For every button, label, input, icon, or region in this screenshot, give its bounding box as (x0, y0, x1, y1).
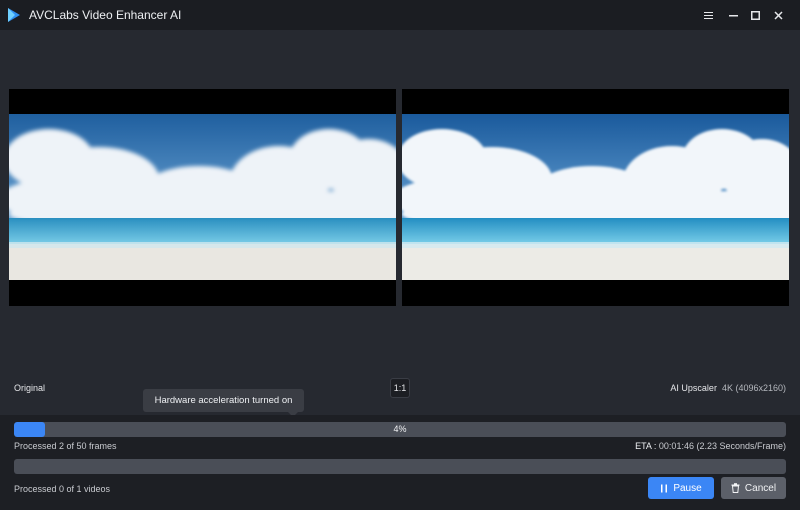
beach-sky-image (9, 114, 396, 280)
preview-area (0, 30, 800, 415)
app-logo-icon (8, 8, 20, 22)
close-icon[interactable] (769, 6, 787, 24)
original-video-preview (9, 89, 396, 306)
eta-value: 00:01:46 (2.23 Seconds/Frame) (658, 441, 786, 451)
minimize-icon[interactable] (724, 6, 742, 24)
app-title: AVCLabs Video Enhancer AI (29, 8, 182, 22)
frames-processed-text: Processed 2 of 50 frames (14, 441, 117, 451)
hamburger-menu-icon[interactable] (699, 6, 717, 24)
maximize-icon[interactable] (746, 6, 764, 24)
title-bar: AVCLabs Video Enhancer AI (0, 0, 800, 30)
beach-sky-image (402, 114, 789, 280)
output-resolution: 4K (4096x2160) (721, 383, 786, 393)
videos-processed-text: Processed 0 of 1 videos (14, 484, 111, 494)
hardware-acceleration-tooltip: Hardware acceleration turned on (143, 389, 304, 417)
pause-button-label: Pause (673, 482, 702, 494)
enhanced-video-preview (402, 89, 789, 306)
ratio-button[interactable]: 1:1 (390, 378, 410, 398)
eta-text: ETA : 00:01:46 (2.23 Seconds/Frame) (635, 441, 786, 451)
trash-icon (731, 483, 740, 493)
eta-label: ETA : (635, 441, 657, 451)
frame-progress-bar: 4% (14, 422, 786, 437)
original-label: Original (14, 383, 46, 393)
pause-icon (661, 484, 668, 492)
upscaler-label: AI Upscaler (670, 383, 717, 393)
cancel-button[interactable]: Cancel (721, 477, 786, 499)
upscaler-info: AI Upscaler 4K (4096x2160) (670, 383, 786, 393)
video-progress-bar (14, 459, 786, 474)
frame-progress-percent: 4% (393, 424, 407, 434)
cancel-button-label: Cancel (744, 482, 777, 494)
pause-button[interactable]: Pause (648, 477, 714, 499)
